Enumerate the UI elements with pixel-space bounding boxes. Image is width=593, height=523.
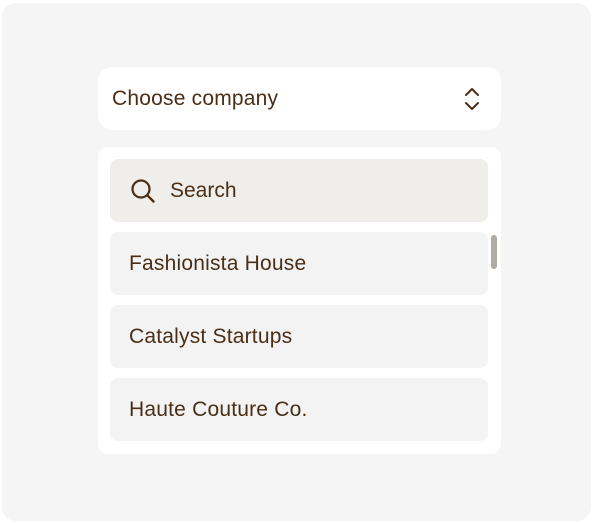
search-box[interactable] [110,159,488,222]
company-select-label: Choose company [112,86,279,110]
search-icon [130,178,156,204]
option-fashionista-house[interactable]: Fashionista House [110,232,488,295]
background-panel: Choose company Fashionista House Catalys… [2,3,591,521]
company-dropdown-list: Fashionista House Catalyst Startups Haut… [98,147,501,454]
option-catalyst-startups[interactable]: Catalyst Startups [110,305,488,368]
scrollbar-thumb[interactable] [491,235,497,269]
chevron-up-down-icon [463,85,481,113]
search-input[interactable] [170,178,470,203]
company-select[interactable]: Choose company [98,67,501,130]
option-haute-couture-co[interactable]: Haute Couture Co. [110,378,488,441]
